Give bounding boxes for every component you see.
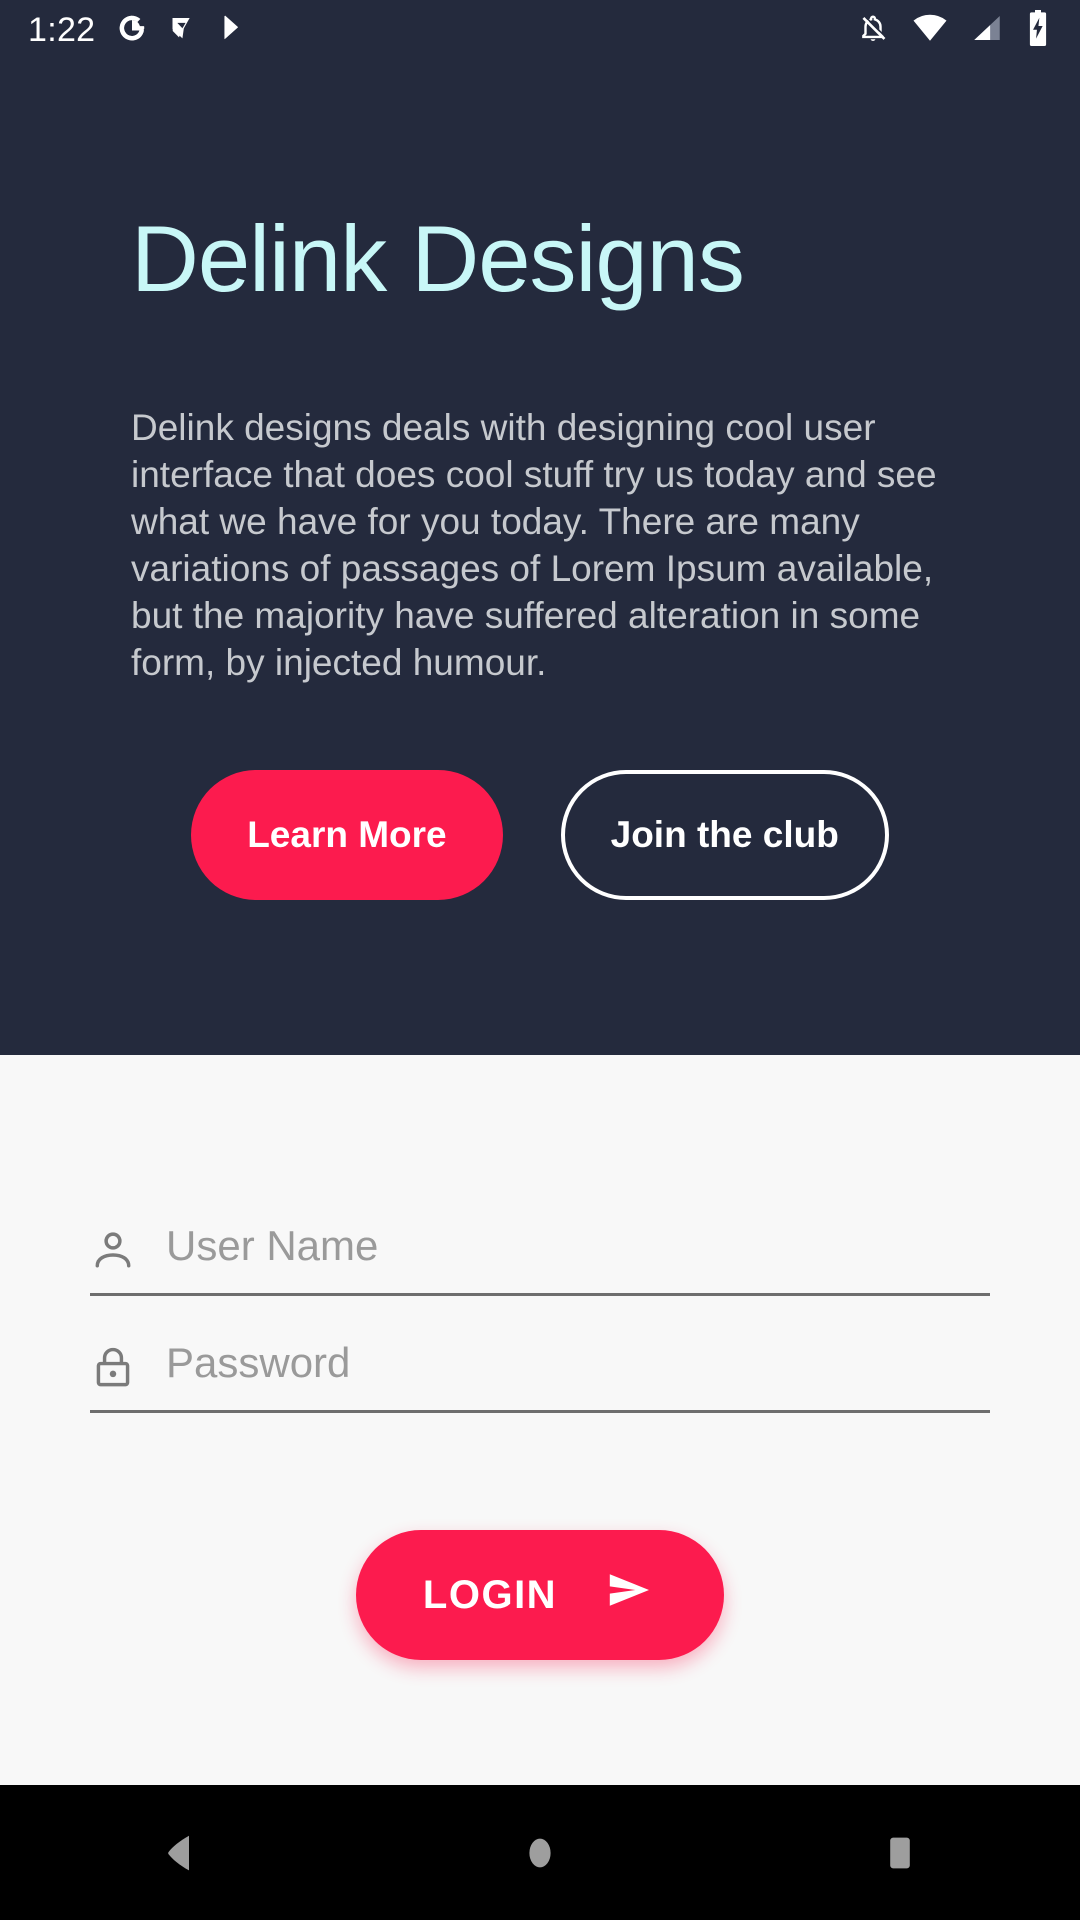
login-button-label: LOGIN: [422, 1572, 558, 1617]
page-title: Delink Designs: [131, 206, 745, 311]
learn-more-button[interactable]: Learn More: [191, 770, 503, 900]
hero-action-row: Learn More Join the club: [0, 770, 1080, 900]
wifi-icon: [912, 10, 948, 51]
login-button-row: LOGIN: [0, 1530, 1080, 1660]
status-bar-clock: 1:22: [28, 11, 96, 49]
status-bar: 1:22: [0, 0, 1080, 60]
google-g-icon: [117, 13, 147, 48]
gmail-check-icon: [169, 14, 197, 47]
status-bar-left: 1:22: [0, 13, 248, 48]
person-icon: [90, 1227, 152, 1273]
cellular-signal-icon: [970, 11, 1004, 50]
back-button[interactable]: [105, 1785, 255, 1920]
notifications-off-icon: [856, 11, 890, 50]
hero-description: Delink designs deals with designing cool…: [131, 407, 937, 683]
status-bar-right: [856, 9, 1080, 51]
join-the-club-button[interactable]: Join the club: [560, 770, 889, 900]
username-input[interactable]: [152, 1221, 990, 1278]
login-form-section: LOGIN: [0, 1055, 1080, 1785]
password-input[interactable]: [152, 1338, 990, 1395]
play-store-icon: [219, 13, 248, 47]
hero-section: Delink Designs Delink designs deals with…: [0, 60, 1080, 1055]
login-button[interactable]: LOGIN: [356, 1530, 724, 1660]
password-field-row[interactable]: [90, 1323, 990, 1413]
android-navigation-bar: [0, 1785, 1080, 1920]
phone-screen: 1:22 Delink Designs Delink designs deals…: [0, 0, 1080, 1920]
recents-button[interactable]: [825, 1785, 975, 1920]
lock-icon: [90, 1344, 152, 1390]
home-button[interactable]: [465, 1785, 615, 1920]
battery-charging-icon: [1026, 9, 1050, 51]
send-icon: [601, 1566, 657, 1624]
username-field-row[interactable]: [90, 1206, 990, 1296]
